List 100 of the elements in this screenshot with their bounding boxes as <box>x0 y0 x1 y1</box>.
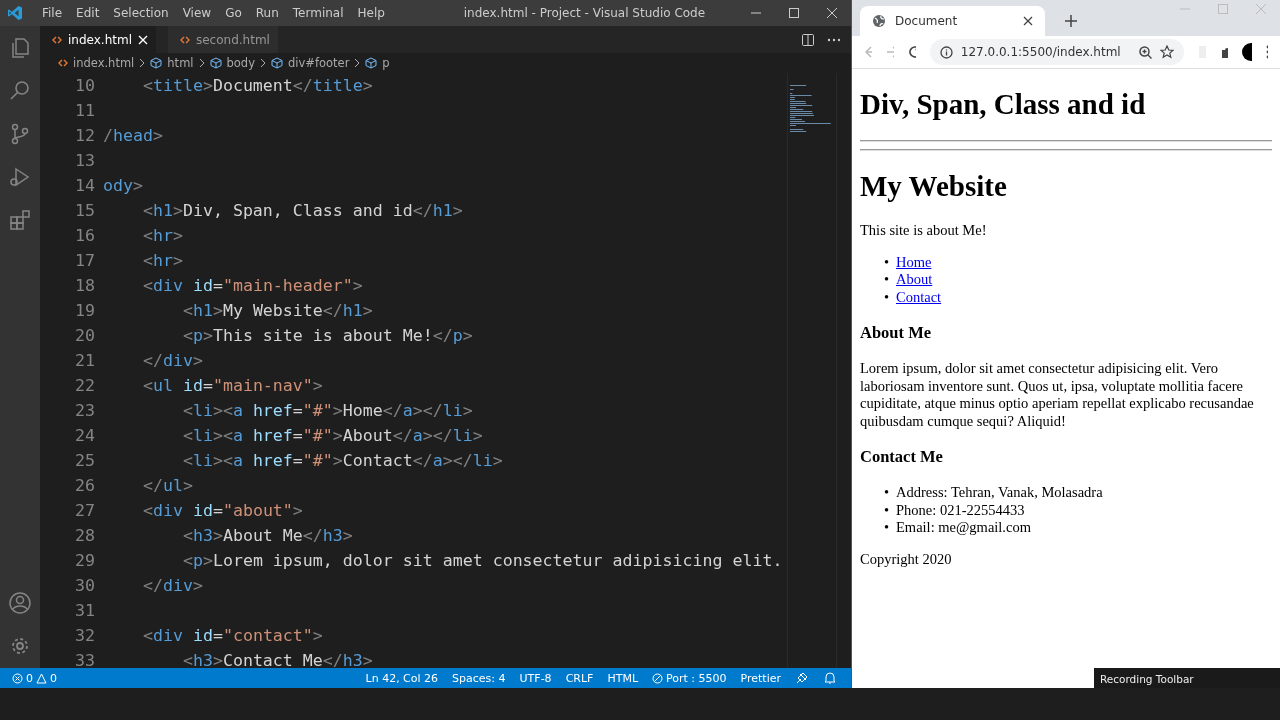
line-number: 25 <box>74 451 95 470</box>
code-line: <li><a href="#">About</a></li> <box>181 426 483 445</box>
line-number: 14 <box>74 176 95 195</box>
line-number: 31 <box>74 601 95 620</box>
cube-icon <box>150 57 163 69</box>
section-heading: Contact Me <box>860 447 944 467</box>
menu-item[interactable]: Go <box>218 6 249 20</box>
line-number: 11 <box>74 101 95 120</box>
code-line: <h1>Div, Span, Class and id</h1> <box>141 201 463 220</box>
code-line: <h3>About Me</h3> <box>181 526 353 545</box>
bullet: • <box>884 484 891 502</box>
line-number: 19 <box>74 301 95 320</box>
paragraph: This site is about Me! <box>860 222 988 240</box>
section-heading: About Me <box>860 323 933 343</box>
address-bar[interactable]: 127.0.0.1:5500/index.html <box>929 39 1184 65</box>
bullet: • <box>884 501 891 519</box>
line-number: 23 <box>74 401 95 420</box>
menu-item[interactable]: Run <box>248 6 286 20</box>
nav-link[interactable]: Contact <box>896 288 942 305</box>
split-editor-icon[interactable] <box>801 32 815 47</box>
avatar-icon[interactable] <box>1241 43 1252 61</box>
html-file-icon <box>180 34 190 45</box>
menu-item[interactable]: View <box>175 6 219 20</box>
page-heading: Div, Span, Class and id <box>860 88 1147 121</box>
line-number: 15 <box>74 201 95 220</box>
line-number: 29 <box>74 551 95 570</box>
problems-indicator[interactable]: 0 0 <box>12 671 57 685</box>
bullet: • <box>884 271 891 289</box>
reload-icon[interactable] <box>907 45 916 59</box>
bullet: • <box>884 253 891 271</box>
list-item: Address: Tehran, Vanak, Molasadra <box>896 484 1103 500</box>
code-line: <li><a href="#">Contact</a></li> <box>181 451 503 470</box>
code-line: <div id="contact"> <box>141 626 323 645</box>
code-line: <ul id="main-nav"> <box>141 376 323 395</box>
menu-item[interactable]: Terminal <box>285 6 351 20</box>
warning-icon <box>36 672 47 684</box>
status-item[interactable]: CRLF <box>565 671 594 685</box>
line-number: 16 <box>74 226 95 245</box>
error-icon <box>12 672 23 684</box>
feedback-icon[interactable] <box>795 671 809 685</box>
line-number: 12 <box>74 126 95 145</box>
menu-item[interactable]: Selection <box>106 6 176 20</box>
line-number: 18 <box>74 276 95 295</box>
close-icon[interactable] <box>1023 16 1033 26</box>
bullet: • <box>884 519 891 537</box>
line-number: 13 <box>74 151 95 170</box>
breadcrumb[interactable]: html <box>167 56 194 70</box>
code-line: /head> <box>103 126 163 145</box>
port-icon <box>652 672 664 684</box>
window-title: index.html - Project - Visual Studio Code <box>462 6 707 20</box>
page-heading: My Website <box>860 170 1008 203</box>
line-number: 32 <box>74 626 95 645</box>
chevron-icon <box>139 58 146 68</box>
extensions-icon[interactable] <box>8 208 32 232</box>
code-line: </ul> <box>141 476 193 495</box>
tooltip: Recording Toolbar <box>1094 668 1280 688</box>
code-line: <h1>My Website</h1> <box>181 301 373 320</box>
maximize-icon[interactable] <box>788 7 800 19</box>
account-icon[interactable] <box>8 591 32 615</box>
code-line: <p>This site is about Me!</p> <box>181 326 473 345</box>
line-number: 26 <box>74 476 95 495</box>
status-item[interactable]: Prettier <box>740 671 781 685</box>
editor-tab[interactable]: second.html <box>168 26 278 53</box>
html-file-icon <box>58 58 68 68</box>
nav-link[interactable]: About <box>896 271 933 287</box>
line-number: 10 <box>74 76 95 95</box>
editor-tab[interactable]: index.html <box>40 26 156 53</box>
status-item[interactable]: Spaces: 4 <box>452 671 506 685</box>
chevron-icon <box>198 58 205 68</box>
cube-icon <box>209 57 222 69</box>
menu-item[interactable]: File <box>35 6 70 20</box>
line-number: 17 <box>74 251 95 270</box>
code-line: ody> <box>103 176 143 195</box>
more-icon[interactable] <box>1265 45 1268 59</box>
browser-tab[interactable]: Document <box>860 6 1045 36</box>
line-number: 30 <box>74 576 95 595</box>
status-item[interactable]: Port : 5500 <box>652 671 727 685</box>
code-line: <li><a href="#">Home</a></li> <box>181 401 473 420</box>
code-line: <h3>Contact Me</h3> <box>181 651 373 668</box>
run-debug-icon[interactable] <box>8 165 32 189</box>
code-line: <hr> <box>141 226 183 245</box>
bell-icon[interactable] <box>823 671 837 685</box>
bullet: • <box>884 288 891 306</box>
status-item[interactable]: UTF-8 <box>519 671 552 685</box>
nav-link[interactable]: Home <box>896 253 932 270</box>
breadcrumb[interactable]: index.html <box>73 56 135 70</box>
breadcrumb[interactable]: div#footer <box>288 56 350 70</box>
app-logo-icon <box>7 5 23 21</box>
menu-item[interactable]: Help <box>350 6 392 20</box>
menu-item[interactable]: Edit <box>69 6 107 20</box>
status-item[interactable]: Ln 42, Col 26 <box>365 671 439 685</box>
status-item[interactable]: HTML <box>607 671 639 685</box>
breadcrumb[interactable]: body <box>226 56 255 70</box>
breadcrumb[interactable]: p <box>382 56 390 70</box>
line-number: 20 <box>74 326 95 345</box>
list-item: Phone: 021-22554433 <box>896 501 1025 518</box>
code-line: <p>Lorem ipsum, dolor sit amet consectetur adipisicing elit. <box>181 551 783 570</box>
paragraph: Lorem ipsum, dolor sit amet consectetur adipisicing elit. Vero laboriosam inventore sunt. Quos ut, ipsa, voluptate mollitia facere cupiditate, atque minus optio aperiam repellat explicabo recusandae quibusdam cumque sequi? Aliquid! <box>860 360 1255 430</box>
new-tab-icon[interactable] <box>1065 15 1077 27</box>
line-number: 22 <box>74 376 95 395</box>
